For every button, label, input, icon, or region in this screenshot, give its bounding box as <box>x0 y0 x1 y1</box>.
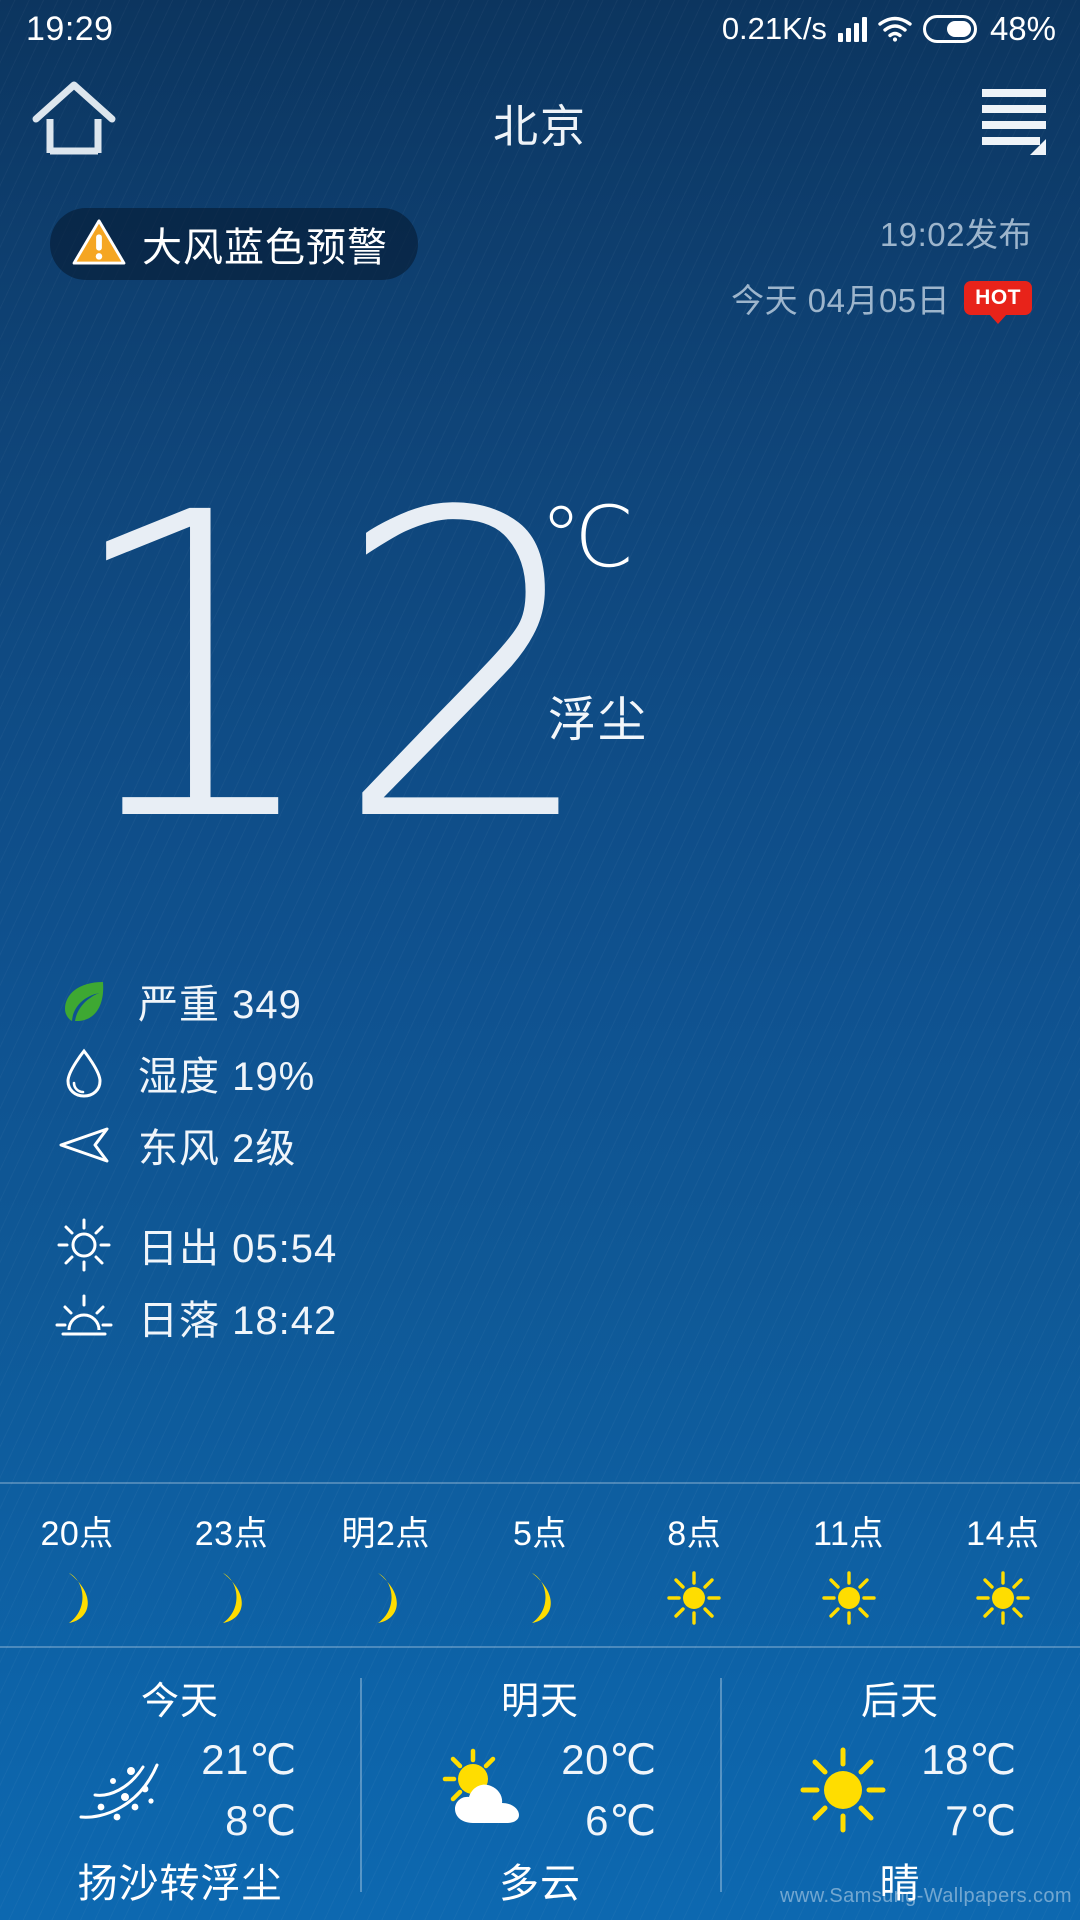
hourly-time-label: 明2点 <box>341 1515 430 1553</box>
sun-icon <box>783 1735 903 1845</box>
weather-alert-badge[interactable]: 大风蓝色预警 <box>50 208 418 280</box>
temperature-unit: ℃ <box>540 490 635 584</box>
watermark: www.Samsung-Wallpapers.com <box>780 1885 1072 1907</box>
date-label: 今天 04月05日 <box>731 282 951 319</box>
hourly-time-label: 11点 <box>813 1515 884 1553</box>
page-title: 北京 <box>492 101 587 152</box>
network-speed-label: 0.21K/s <box>721 11 827 46</box>
daily-temperatures: 21℃ 8℃ <box>201 1735 296 1845</box>
weather-alert-label: 大风蓝色预警 <box>142 226 388 270</box>
app-bar: 北京 <box>0 62 1080 172</box>
hourly-time-label: 8点 <box>667 1515 722 1553</box>
daily-high-temp: 20℃ <box>561 1736 657 1783</box>
status-bar-clock: 19:29 <box>26 9 114 48</box>
warning-triangle-icon <box>72 218 126 271</box>
daily-main: 21℃ 8℃ <box>0 1735 360 1845</box>
daily-temperatures: 20℃ 6℃ <box>561 1735 656 1845</box>
date-row[interactable]: 今天 04月05日 HOT <box>731 274 1032 322</box>
detail-row-humidity: 湿度 19% <box>52 1037 612 1109</box>
sun-icon <box>976 1571 1030 1625</box>
hourly-forecast-strip[interactable]: 20点 23点 明2点 5点 8点 11点 14点 <box>0 1482 1080 1634</box>
menu-corner-triangle-icon <box>1030 139 1046 155</box>
detail-label: 日出 05:54 <box>138 1227 338 1271</box>
sun-icon <box>667 1571 721 1625</box>
current-temperature: 12 <box>60 425 607 914</box>
hourly-item[interactable]: 8点 <box>617 1484 771 1625</box>
daily-low-temp: 6℃ <box>585 1797 657 1844</box>
sun-icon <box>821 1571 876 1625</box>
daily-high-temp: 18℃ <box>921 1736 1017 1783</box>
status-bar: 19:29 0.21K/s 48% <box>0 0 1080 58</box>
detail-label: 东风 2级 <box>138 1127 297 1171</box>
daily-day-label: 明天 <box>500 1681 579 1723</box>
detail-label: 严重 349 <box>138 983 302 1027</box>
sunset-icon <box>52 1292 116 1342</box>
battery-percent-label: 48% <box>989 10 1056 47</box>
daily-description: 扬沙转浮尘 <box>77 1862 283 1906</box>
battery-icon <box>922 15 977 43</box>
detail-row-air-quality[interactable]: 严重 349 <box>52 965 612 1037</box>
hourly-item[interactable]: 11点 <box>771 1484 925 1625</box>
moon-icon <box>364 1571 408 1625</box>
daily-day-label: 后天 <box>860 1681 939 1723</box>
detail-row-sunrise: 日出 05:54 <box>52 1209 612 1281</box>
menu-icon[interactable] <box>982 89 1046 155</box>
leaf-icon <box>52 976 116 1026</box>
publish-time-label: 19:02发布 <box>879 216 1032 253</box>
daily-forecast-row[interactable]: 今天 21℃ 8℃ 扬沙转浮尘 明天 20℃ 6℃ 多云 后天 18℃ 7℃ 晴 <box>0 1646 1080 1920</box>
sunrise-icon <box>52 1217 116 1273</box>
hourly-time-label: 20点 <box>40 1515 114 1553</box>
daily-low-temp: 7℃ <box>945 1797 1017 1844</box>
hourly-item[interactable]: 5点 <box>463 1484 617 1625</box>
daily-item-day-after[interactable]: 后天 18℃ 7℃ 晴 <box>720 1648 1080 1920</box>
wifi-icon <box>878 16 912 42</box>
daily-temperatures: 18℃ 7℃ <box>921 1735 1016 1845</box>
moon-icon <box>55 1571 99 1625</box>
dust-storm-icon <box>63 1735 183 1845</box>
publish-info: 19:02发布 今天 04月05日 HOT <box>731 208 1032 322</box>
weather-details-list: 严重 349 湿度 19% 东风 2级 日出 05:54 日落 18:42 <box>52 965 612 1353</box>
status-bar-indicators: 0.21K/s 48% <box>722 10 1056 48</box>
daily-main: 20℃ 6℃ <box>360 1735 720 1845</box>
daily-item-tomorrow[interactable]: 明天 20℃ 6℃ 多云 <box>360 1648 720 1920</box>
humidity-drop-icon <box>52 1047 116 1099</box>
daily-low-temp: 8℃ <box>225 1797 297 1844</box>
hot-badge[interactable]: HOT <box>964 281 1032 315</box>
hourly-item[interactable]: 20点 <box>0 1484 154 1625</box>
signal-icon <box>837 16 867 42</box>
daily-main: 18℃ 7℃ <box>720 1735 1080 1845</box>
detail-row-sunset: 日落 18:42 <box>52 1281 612 1353</box>
daily-high-temp: 21℃ <box>201 1736 297 1783</box>
hourly-item[interactable]: 23点 <box>154 1484 308 1625</box>
hourly-item[interactable]: 明2点 <box>309 1484 463 1625</box>
moon-icon <box>518 1571 562 1625</box>
current-weather-block: 12 ℃ 浮尘 <box>0 460 1080 920</box>
current-condition-label: 浮尘 <box>548 694 649 747</box>
daily-item-today[interactable]: 今天 21℃ 8℃ 扬沙转浮尘 <box>0 1648 360 1920</box>
detail-label: 湿度 19% <box>138 1055 316 1099</box>
hourly-time-label: 14点 <box>966 1515 1040 1553</box>
hourly-time-label: 5点 <box>513 1515 567 1553</box>
daily-description: 多云 <box>499 1862 581 1906</box>
moon-icon <box>209 1571 253 1625</box>
daily-day-label: 今天 <box>140 1681 219 1723</box>
wind-arrow-icon <box>52 1125 116 1165</box>
details-spacer <box>52 1181 612 1209</box>
detail-label: 日落 18:42 <box>138 1299 338 1343</box>
detail-row-wind: 东风 2级 <box>52 1109 612 1181</box>
sun-cloud-icon <box>423 1735 543 1845</box>
hourly-time-label: 23点 <box>194 1515 269 1553</box>
hourly-item[interactable]: 14点 <box>926 1484 1080 1625</box>
